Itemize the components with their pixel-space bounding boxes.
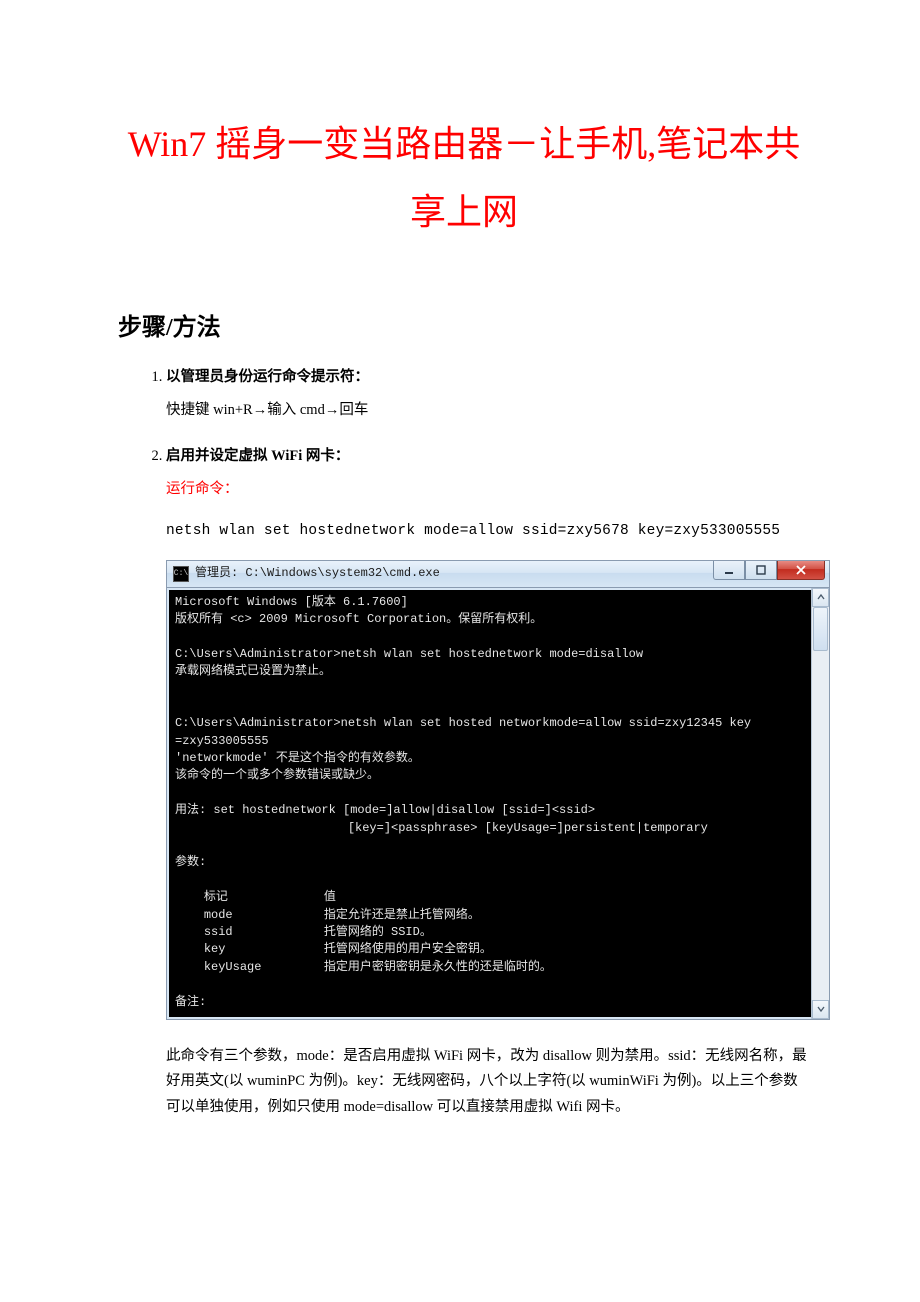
titlebar: C:\ 管理员: C:\Windows\system32\cmd.exe — [167, 561, 829, 588]
console-line: 该命令的一个或多个参数错误或缺少。 — [175, 768, 379, 782]
chevron-up-icon — [817, 593, 825, 601]
console-line: 备注: — [175, 995, 206, 1009]
maximize-button[interactable] — [745, 561, 777, 580]
close-icon — [795, 565, 807, 575]
console-line: 'networkmode' 不是这个指令的有效参数。 — [175, 751, 420, 765]
window-title: 管理员: C:\Windows\system32\cmd.exe — [195, 562, 440, 585]
console-line: 参数: — [175, 855, 206, 869]
step-title: 以管理员身份运行命令提示符： — [166, 369, 369, 385]
steps-list: 以管理员身份运行命令提示符： 快捷键 win+R→输入 cmd→回车 启用并设定… — [118, 364, 810, 1120]
console-col: 指定用户密钥密钥是永久性的还是临时的。 — [324, 960, 552, 974]
console-line: [key=]<passphrase> [keyUsage=]persistent… — [175, 821, 708, 835]
console-line: =zxy533005555 — [175, 734, 269, 748]
console-col: 值 — [324, 890, 336, 904]
section-heading: 步骤/方法 — [118, 307, 810, 342]
maximize-icon — [756, 565, 766, 575]
console-line: C:\Users\Administrator>netsh wlan set ho… — [175, 716, 751, 730]
console-col: 指定允许还是禁止托管网络。 — [324, 908, 480, 922]
chevron-down-icon — [817, 1005, 825, 1013]
console-line: Microsoft Windows [版本 6.1.7600] — [175, 595, 408, 609]
console-col: keyUsage — [204, 959, 324, 976]
scrollbar-track[interactable] — [812, 607, 829, 1000]
step-note: 此命令有三个参数，mode：是否启用虚拟 WiFi 网卡，改为 disallow… — [166, 1044, 810, 1120]
step-title: 启用并设定虚拟 WiFi 网卡： — [166, 448, 349, 464]
console-col: ssid — [204, 924, 324, 941]
document-page: Win7 摇身一变当路由器－让手机,笔记本共享上网 步骤/方法 以管理员身份运行… — [0, 0, 920, 1198]
step-item: 启用并设定虚拟 WiFi 网卡： 运行命令： netsh wlan set ho… — [166, 443, 810, 1120]
scroll-up-button[interactable] — [812, 588, 829, 607]
minimize-icon — [724, 565, 734, 575]
console-col: 标记 — [204, 889, 324, 906]
console-col: 托管网络使用的用户安全密钥。 — [324, 942, 492, 956]
scroll-down-button[interactable] — [812, 1000, 829, 1019]
page-title: Win7 摇身一变当路由器－让手机,笔记本共享上网 — [118, 110, 810, 247]
console-line: C:\Users\Administrator>netsh wlan set ho… — [175, 647, 643, 661]
console-col: mode — [204, 907, 324, 924]
console-output: Microsoft Windows [版本 6.1.7600] 版权所有 <c>… — [167, 588, 811, 1019]
console-line: 承载网络模式已设置为禁止。 — [175, 664, 331, 678]
command-text: netsh wlan set hostednetwork mode=allow … — [166, 518, 810, 546]
console-col: 托管网络的 SSID。 — [324, 925, 432, 939]
console-line: 版权所有 <c> 2009 Microsoft Corporation。保留所有… — [175, 612, 542, 626]
step-body: 快捷键 win+R→输入 cmd→回车 — [166, 397, 810, 425]
cmd-icon: C:\ — [173, 566, 189, 582]
step-item: 以管理员身份运行命令提示符： 快捷键 win+R→输入 cmd→回车 — [166, 364, 810, 425]
minimize-button[interactable] — [713, 561, 745, 580]
console-col: key — [204, 941, 324, 958]
scrollbar[interactable] — [811, 588, 829, 1019]
titlebar-left: C:\ 管理员: C:\Windows\system32\cmd.exe — [167, 562, 713, 585]
close-button[interactable] — [777, 561, 825, 580]
window-control-buttons — [713, 561, 829, 587]
run-command-label: 运行命令： — [166, 476, 810, 504]
console-line: 用法: set hostednetwork [mode=]allow|disal… — [175, 803, 595, 817]
scrollbar-thumb[interactable] — [813, 607, 828, 651]
cmd-window: C:\ 管理员: C:\Windows\system32\cmd.exe — [166, 560, 830, 1020]
